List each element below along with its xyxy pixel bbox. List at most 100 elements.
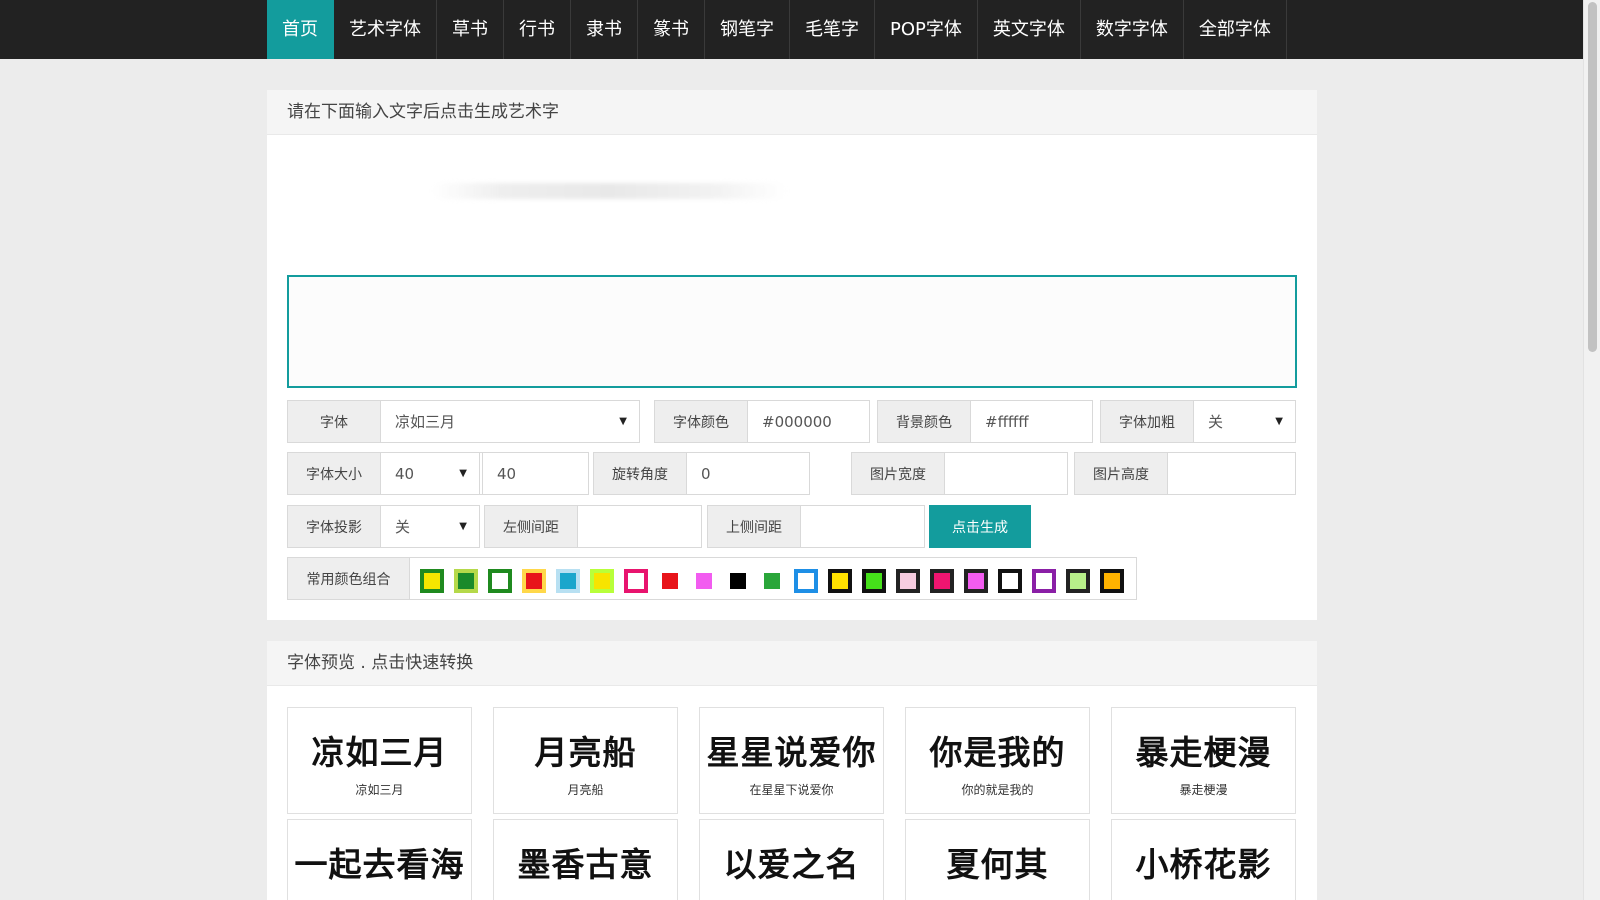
font-card-art: 星星说爱你 xyxy=(706,733,877,772)
generator-panel-title: 请在下面输入文字后点击生成艺术字 xyxy=(267,90,1317,135)
font-card[interactable]: 夏何其 xyxy=(905,819,1090,900)
generate-button[interactable]: 点击生成 xyxy=(929,505,1031,548)
color-combo-row: 常用颜色组合 xyxy=(287,557,1137,600)
font-preview-title: 字体预览 . 点击快速转换 xyxy=(267,641,1317,686)
image-height-label: 图片高度 xyxy=(1075,453,1168,494)
color-swatch[interactable] xyxy=(624,569,648,593)
font-card-name: 暴走梗漫 xyxy=(1179,783,1228,797)
font-card[interactable]: 小桥花影 xyxy=(1111,819,1296,900)
nav-item-pop[interactable]: POP字体 xyxy=(875,0,978,59)
bold-label: 字体加粗 xyxy=(1101,401,1194,442)
font-card-name: 凉如三月 xyxy=(355,783,404,797)
color-swatch[interactable] xyxy=(998,569,1022,593)
font-label: 字体 xyxy=(288,401,381,442)
image-height-input[interactable] xyxy=(1168,453,1295,494)
top-margin-field: 上侧间距 xyxy=(707,505,925,548)
color-swatch[interactable] xyxy=(896,569,920,593)
font-color-input[interactable]: #000000 xyxy=(748,401,869,442)
color-swatch[interactable] xyxy=(726,569,750,593)
color-swatch[interactable] xyxy=(488,569,512,593)
rotate-input[interactable]: 0 xyxy=(687,453,809,494)
color-swatch[interactable] xyxy=(454,569,478,593)
nav-item-home[interactable]: 首页 xyxy=(267,0,334,59)
chevron-down-icon: ▼ xyxy=(459,468,467,479)
color-swatch[interactable] xyxy=(692,569,716,593)
font-size-select-value: 40 xyxy=(395,464,415,483)
shadow-select-value: 关 xyxy=(395,518,411,536)
nav-item-seal[interactable]: 篆书 xyxy=(638,0,705,59)
nav-item-pen[interactable]: 钢笔字 xyxy=(705,0,790,59)
font-select-field: 字体 凉如三月 ▼ xyxy=(287,400,640,443)
font-card-art: 墨香古意 xyxy=(517,845,654,884)
bold-select-value: 关 xyxy=(1208,413,1224,431)
nav-item-running-script[interactable]: 行书 xyxy=(504,0,571,59)
page-scrollbar[interactable] xyxy=(1583,0,1600,900)
chevron-down-icon: ▼ xyxy=(1275,416,1283,427)
font-size-input[interactable]: 40 xyxy=(483,453,588,494)
color-combo-label: 常用颜色组合 xyxy=(288,558,410,599)
color-swatch[interactable] xyxy=(522,569,546,593)
font-card[interactable]: 星星说爱你 在星星下说爱你 xyxy=(699,707,884,814)
nav-item-art-fonts[interactable]: 艺术字体 xyxy=(334,0,437,59)
color-swatch[interactable] xyxy=(1032,569,1056,593)
font-preview-panel: 字体预览 . 点击快速转换 凉如三月 凉如三月 月亮船 月亮船 星星说爱你 在星… xyxy=(267,641,1317,900)
font-select-value: 凉如三月 xyxy=(395,413,456,431)
nav-item-clerical[interactable]: 隶书 xyxy=(571,0,638,59)
nav-item-cursive[interactable]: 草书 xyxy=(437,0,504,59)
font-select[interactable]: 凉如三月 ▼ xyxy=(381,401,639,442)
chevron-down-icon: ▼ xyxy=(619,416,627,427)
font-card[interactable]: 你是我的 你的就是我的 xyxy=(905,707,1090,814)
top-navigation: 首页 艺术字体 草书 行书 隶书 篆书 钢笔字 毛笔字 POP字体 英文字体 数… xyxy=(0,0,1583,59)
bg-color-label: 背景颜色 xyxy=(878,401,971,442)
nav-item-brush[interactable]: 毛笔字 xyxy=(790,0,875,59)
font-card[interactable]: 一起去看海 xyxy=(287,819,472,900)
bg-color-field: 背景颜色 #ffffff xyxy=(877,400,1093,443)
nav-menu: 首页 艺术字体 草书 行书 隶书 篆书 钢笔字 毛笔字 POP字体 英文字体 数… xyxy=(267,0,1287,59)
top-margin-input[interactable] xyxy=(801,506,924,547)
color-swatch[interactable] xyxy=(964,569,988,593)
color-swatch[interactable] xyxy=(862,569,886,593)
color-swatch[interactable] xyxy=(1100,569,1124,593)
nav-item-all-fonts[interactable]: 全部字体 xyxy=(1184,0,1287,59)
color-swatch[interactable] xyxy=(556,569,580,593)
color-swatch[interactable] xyxy=(1066,569,1090,593)
color-swatch[interactable] xyxy=(794,569,818,593)
color-swatch[interactable] xyxy=(828,569,852,593)
font-card-name: 在星星下说爱你 xyxy=(749,783,834,797)
rotate-label: 旋转角度 xyxy=(594,453,687,494)
color-swatch[interactable] xyxy=(760,569,784,593)
color-swatch[interactable] xyxy=(658,569,682,593)
color-swatch[interactable] xyxy=(930,569,954,593)
preview-placeholder-strip xyxy=(432,183,787,199)
font-card-art: 小桥花影 xyxy=(1135,845,1272,884)
nav-item-digit[interactable]: 数字字体 xyxy=(1081,0,1184,59)
left-margin-field: 左侧间距 xyxy=(484,505,702,548)
font-card-art: 你是我的 xyxy=(929,733,1066,772)
generated-preview-area xyxy=(287,135,1297,265)
bold-select[interactable]: 关 ▼ xyxy=(1194,401,1295,442)
bg-color-input[interactable]: #ffffff xyxy=(971,401,1092,442)
left-margin-input[interactable] xyxy=(578,506,701,547)
image-width-input[interactable] xyxy=(945,453,1067,494)
font-card-art: 凉如三月 xyxy=(311,733,448,772)
image-height-field: 图片高度 xyxy=(1074,452,1296,495)
font-card[interactable]: 月亮船 月亮船 xyxy=(493,707,678,814)
color-swatch[interactable] xyxy=(420,569,444,593)
font-size-select[interactable]: 40 ▼ xyxy=(381,453,479,494)
generator-panel: 请在下面输入文字后点击生成艺术字 字体 凉如三月 ▼ 字体颜色 #000000 … xyxy=(267,90,1317,620)
color-swatch[interactable] xyxy=(590,569,614,593)
font-card-art: 月亮船 xyxy=(534,733,637,772)
font-card[interactable]: 暴走梗漫 暴走梗漫 xyxy=(1111,707,1296,814)
bold-field: 字体加粗 关 ▼ xyxy=(1100,400,1296,443)
font-size-field: 字体大小 40 ▼ 40 xyxy=(287,452,589,495)
font-card[interactable]: 以爱之名 xyxy=(699,819,884,900)
text-input[interactable] xyxy=(287,275,1297,388)
shadow-select[interactable]: 关 ▼ xyxy=(381,506,479,547)
shadow-label: 字体投影 xyxy=(288,506,381,547)
scrollbar-thumb[interactable] xyxy=(1588,2,1597,352)
font-card[interactable]: 凉如三月 凉如三月 xyxy=(287,707,472,814)
image-width-field: 图片宽度 xyxy=(851,452,1068,495)
font-card[interactable]: 墨香古意 xyxy=(493,819,678,900)
left-margin-label: 左侧间距 xyxy=(485,506,578,547)
nav-item-english[interactable]: 英文字体 xyxy=(978,0,1081,59)
